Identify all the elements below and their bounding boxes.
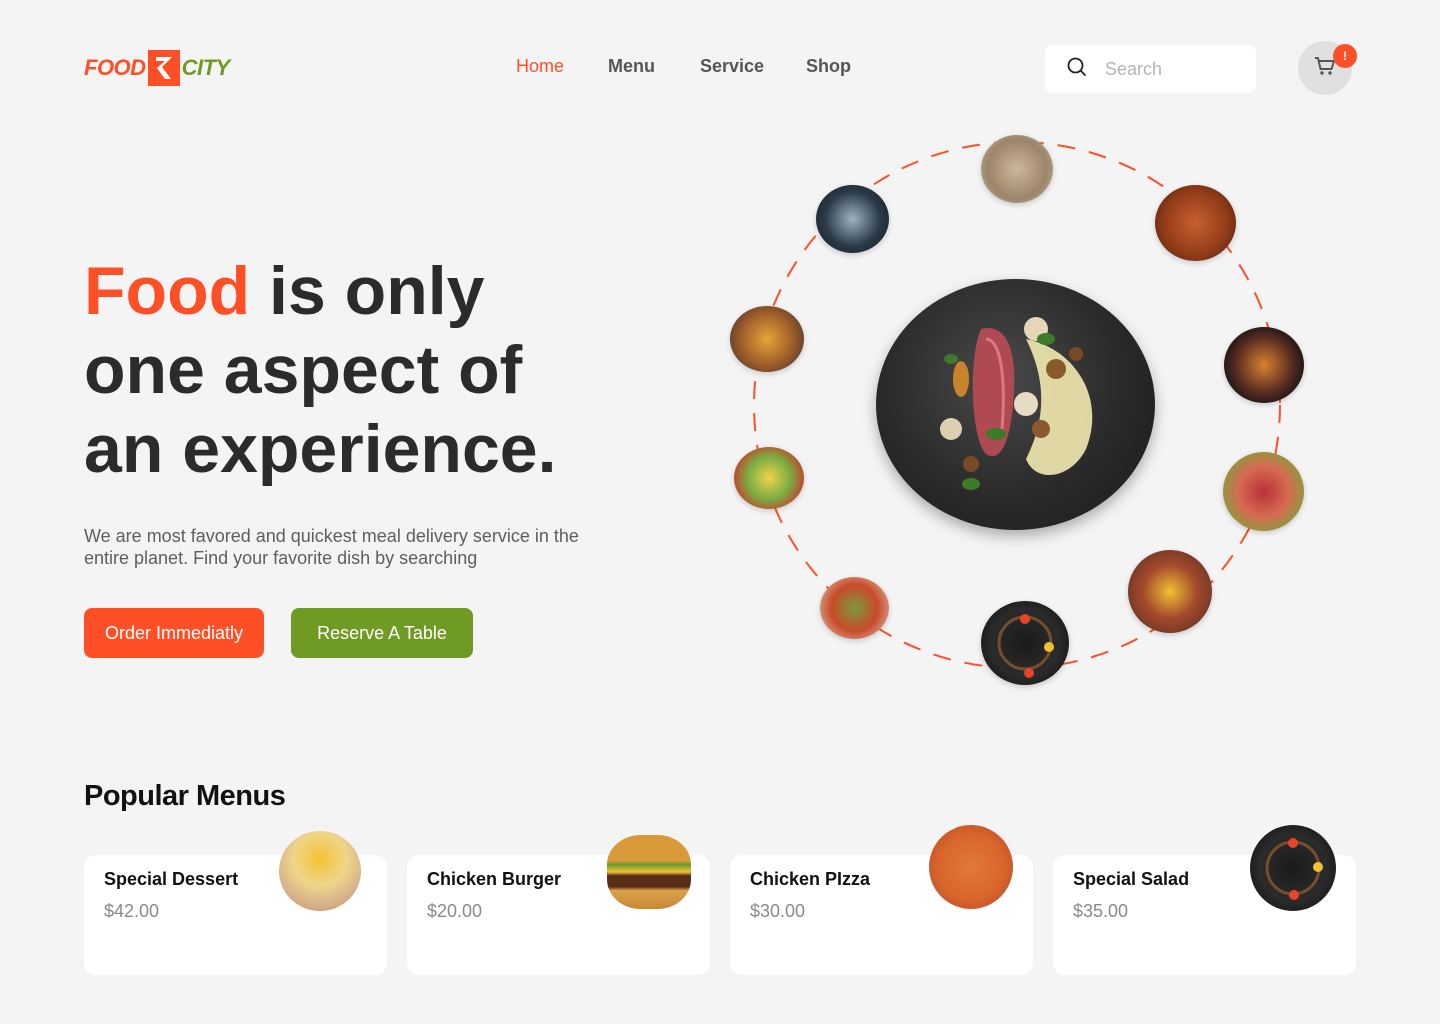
ring-dish-image [1224,327,1304,403]
hero-title-part1: is only [250,253,485,329]
logo-word-city: CITY [181,55,231,80]
popular-menus-title: Popular Menus [84,780,286,812]
menu-card-name: Chicken Burger [427,869,562,889]
hero-title-line2: one aspect of [84,332,523,408]
hero-title-accent: Food [84,253,251,329]
order-button[interactable]: Order Immediatly [84,608,264,658]
reserve-table-button[interactable]: Reserve A Table [291,608,473,658]
nav-service[interactable]: Service [700,56,806,77]
menu-card-price: $20.00 [427,901,483,921]
menu-card[interactable]: Special Salad $35.00 [1053,825,1356,975]
ring-dish-image [1155,185,1236,261]
search-icon [1067,57,1087,82]
brand-logo[interactable]: FOOD CITY [84,50,230,86]
ring-dish-image [981,601,1069,685]
nav-home[interactable]: Home [516,56,608,77]
search-input[interactable] [1105,58,1235,80]
logo-word-food: FOOD [84,55,146,80]
nav-shop[interactable]: Shop [806,56,851,77]
ring-dish-image [1128,550,1212,633]
nav-menu[interactable]: Menu [608,56,700,77]
menu-card-name: Chicken PIzza [750,869,871,889]
menu-card-price: $35.00 [1073,901,1129,921]
search-box[interactable] [1045,45,1256,93]
ring-dish-image [820,577,889,639]
salad-image [1250,825,1336,911]
menu-card[interactable]: Chicken Burger $20.00 [407,835,710,975]
featured-dish-image [876,279,1155,530]
cart-button[interactable]: ! [1298,41,1357,95]
pizza-image [929,825,1013,909]
menu-card-name: Special Salad [1073,869,1190,889]
burger-image [607,835,691,909]
hero-title: Food is only one aspect of an experience… [84,252,644,489]
ring-dish-image [734,447,804,509]
cart-badge: ! [1333,44,1357,68]
logo-mark-icon [147,50,180,86]
ring-dish-image [981,135,1053,203]
menu-card-price: $42.00 [104,901,160,921]
menu-card-price: $30.00 [750,901,806,921]
menu-card[interactable]: Special Dessert $42.00 [84,831,387,975]
menu-card[interactable]: Chicken PIzza $30.00 [730,825,1033,975]
ring-dish-image [730,306,804,372]
ring-dish-image [816,185,889,253]
hero-title-line3: an experience. [84,411,557,487]
dessert-image [279,831,361,911]
hero-subtitle: We are most favored and quickest meal de… [84,526,579,568]
menu-card-name: Special Dessert [104,869,239,889]
ring-dish-image [1223,452,1304,531]
main-nav: Home Menu Service Shop [516,56,851,77]
